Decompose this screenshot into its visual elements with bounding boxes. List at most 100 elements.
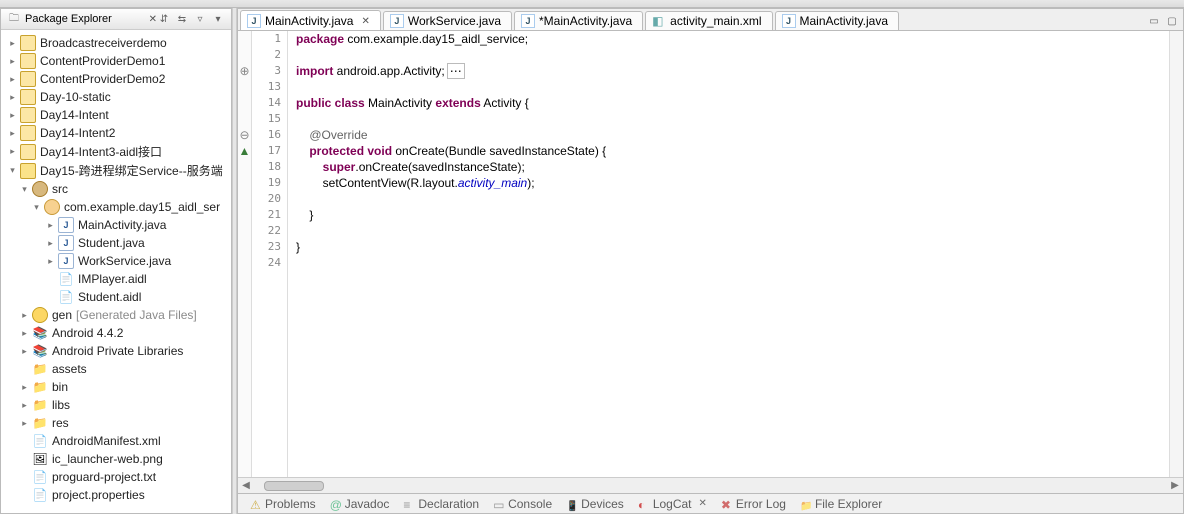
code-line[interactable]: super.onCreate(savedInstanceState); — [296, 159, 1169, 175]
twisty-icon[interactable] — [45, 238, 56, 249]
tree-item-workservice-java[interactable]: WorkService.java — [7, 252, 231, 270]
tree-item-day14-intent[interactable]: Day14-Intent — [7, 106, 231, 124]
editor-tab-label: MainActivity.java — [800, 14, 888, 28]
tree-item-res[interactable]: res — [7, 414, 231, 432]
twisty-icon[interactable] — [7, 56, 18, 67]
code-line[interactable]: protected void onCreate(Bundle savedInst… — [296, 143, 1169, 159]
code-line[interactable]: @Override — [296, 127, 1169, 143]
link-editor-icon[interactable]: ⇆ — [175, 12, 189, 26]
code-line[interactable] — [296, 255, 1169, 271]
line-number: 24 — [252, 255, 281, 271]
tree-item-student-aidl[interactable]: Student.aidl — [7, 288, 231, 306]
twisty-icon[interactable] — [45, 220, 56, 231]
tree-item-project-properties[interactable]: project.properties — [7, 486, 231, 504]
bottom-tab-devices[interactable]: Devices — [562, 496, 628, 512]
editor-tab-activity-main-xml[interactable]: activity_main.xml — [645, 11, 772, 30]
bottom-tab-error-log[interactable]: Error Log — [717, 496, 790, 512]
close-icon[interactable]: ✕ — [699, 498, 707, 509]
tree-item-mainactivity-java[interactable]: MainActivity.java — [7, 216, 231, 234]
twisty-icon[interactable] — [7, 74, 18, 85]
tree-item-proguard-project-txt[interactable]: proguard-project.txt — [7, 468, 231, 486]
maximize-view-icon[interactable]: ▢ — [1165, 14, 1179, 28]
bottom-tab-label: Declaration — [418, 497, 479, 511]
code-line[interactable]: import android.app.Activity;⋯ — [296, 63, 1169, 79]
tree-item-day14-intent3-aidl-[interactable]: Day14-Intent3-aidl接口 — [7, 142, 231, 161]
twisty-icon[interactable] — [7, 92, 18, 103]
tree-item-label: Day14-Intent2 — [40, 126, 115, 140]
tree-item-android-4-4-2[interactable]: Android 4.4.2 — [7, 324, 231, 342]
twisty-icon[interactable] — [19, 328, 30, 339]
editor-tab-mainactivity-java[interactable]: MainActivity.java — [775, 11, 899, 30]
view-menu-icon[interactable]: ▾ — [211, 12, 225, 26]
code-viewport[interactable]: package com.example.day15_aidl_service;i… — [288, 31, 1169, 477]
twisty-icon[interactable] — [31, 202, 42, 213]
bottom-tab-label: Devices — [581, 497, 624, 511]
tree-item-gen[interactable]: gen[Generated Java Files] — [7, 306, 231, 324]
tree-item-label: Student.java — [78, 236, 145, 250]
horizontal-scrollbar[interactable]: ◀ ▶ — [238, 477, 1183, 493]
code-line[interactable] — [296, 191, 1169, 207]
tree-item-broadcastreceiverdemo[interactable]: Broadcastreceiverdemo — [7, 34, 231, 52]
project-icon — [20, 53, 36, 69]
tree-item-libs[interactable]: libs — [7, 396, 231, 414]
close-tab-icon[interactable]: ✕ — [361, 16, 369, 27]
code-line[interactable] — [296, 79, 1169, 95]
code-line[interactable] — [296, 47, 1169, 63]
bottom-tab-javadoc[interactable]: Javadoc — [326, 496, 394, 512]
tree-item-day-10-static[interactable]: Day-10-static — [7, 88, 231, 106]
editor-tab-mainactivity-java[interactable]: MainActivity.java✕ — [240, 10, 381, 30]
twisty-icon[interactable] — [19, 184, 30, 195]
code-line[interactable]: package com.example.day15_aidl_service; — [296, 31, 1169, 47]
scroll-left-arrow[interactable]: ◀ — [238, 478, 254, 493]
tree-item-day15-service-[interactable]: Day15-跨进程绑定Service--服务端 — [7, 161, 231, 180]
code-line[interactable]: public class MainActivity extends Activi… — [296, 95, 1169, 111]
tree-item-src[interactable]: src — [7, 180, 231, 198]
twisty-icon[interactable] — [19, 310, 30, 321]
tree-item-contentproviderdemo2[interactable]: ContentProviderDemo2 — [7, 70, 231, 88]
editor-tab--mainactivity-java[interactable]: *MainActivity.java — [514, 11, 643, 30]
bottom-tab-problems[interactable]: Problems — [246, 496, 320, 512]
twisty-icon[interactable] — [45, 256, 56, 267]
twisty-icon[interactable] — [7, 110, 18, 121]
twisty-icon[interactable] — [7, 128, 18, 139]
editor-tab-workservice-java[interactable]: WorkService.java — [383, 11, 512, 30]
tree-item-androidmanifest-xml[interactable]: AndroidManifest.xml — [7, 432, 231, 450]
bottom-tab-logcat[interactable]: LogCat✕ — [634, 496, 711, 512]
tree-item-bin[interactable]: bin — [7, 378, 231, 396]
bottom-tab-console[interactable]: Console — [489, 496, 556, 512]
tree-item-ic-launcher-web-png[interactable]: ic_launcher-web.png — [7, 450, 231, 468]
twisty-icon[interactable] — [7, 146, 18, 157]
code-line[interactable]: setContentView(R.layout.activity_main); — [296, 175, 1169, 191]
tree-item-day14-intent2[interactable]: Day14-Intent2 — [7, 124, 231, 142]
minimize-view-icon[interactable]: ▭ — [1147, 14, 1161, 28]
code-line[interactable]: } — [296, 207, 1169, 223]
tree-item-assets[interactable]: assets — [7, 360, 231, 378]
bottom-tab-file-explorer[interactable]: File Explorer — [796, 496, 886, 512]
project-tree[interactable]: BroadcastreceiverdemoContentProviderDemo… — [1, 30, 231, 513]
cons-icon — [493, 498, 505, 510]
tree-item-android-private-libraries[interactable]: Android Private Libraries — [7, 342, 231, 360]
twisty-icon[interactable] — [19, 418, 30, 429]
code-line[interactable]: } — [296, 239, 1169, 255]
tree-item-implayer-aidl[interactable]: IMPlayer.aidl — [7, 270, 231, 288]
tree-item-com-example-day15-aidl-ser[interactable]: com.example.day15_aidl_ser — [7, 198, 231, 216]
src-icon — [32, 181, 48, 197]
code-line[interactable] — [296, 223, 1169, 239]
collapse-all-icon[interactable]: ⇵ — [157, 12, 171, 26]
tree-item-contentproviderdemo1[interactable]: ContentProviderDemo1 — [7, 52, 231, 70]
scroll-right-arrow[interactable]: ▶ — [1167, 478, 1183, 493]
twisty-icon[interactable] — [7, 165, 18, 176]
twisty-icon[interactable] — [19, 346, 30, 357]
scroll-thumb[interactable] — [264, 481, 324, 491]
code-line[interactable] — [296, 111, 1169, 127]
close-view-icon[interactable]: ✕ — [149, 14, 157, 25]
twisty-icon[interactable] — [7, 38, 18, 49]
gutter-marker — [238, 255, 251, 271]
twisty-icon[interactable] — [19, 382, 30, 393]
filter-icon[interactable]: ▿ — [193, 12, 207, 26]
tree-item-student-java[interactable]: Student.java — [7, 234, 231, 252]
bottom-tab-declaration[interactable]: Declaration — [399, 496, 483, 512]
twisty-icon[interactable] — [19, 400, 30, 411]
gutter-marker — [238, 95, 251, 111]
overview-ruler[interactable] — [1169, 31, 1183, 477]
